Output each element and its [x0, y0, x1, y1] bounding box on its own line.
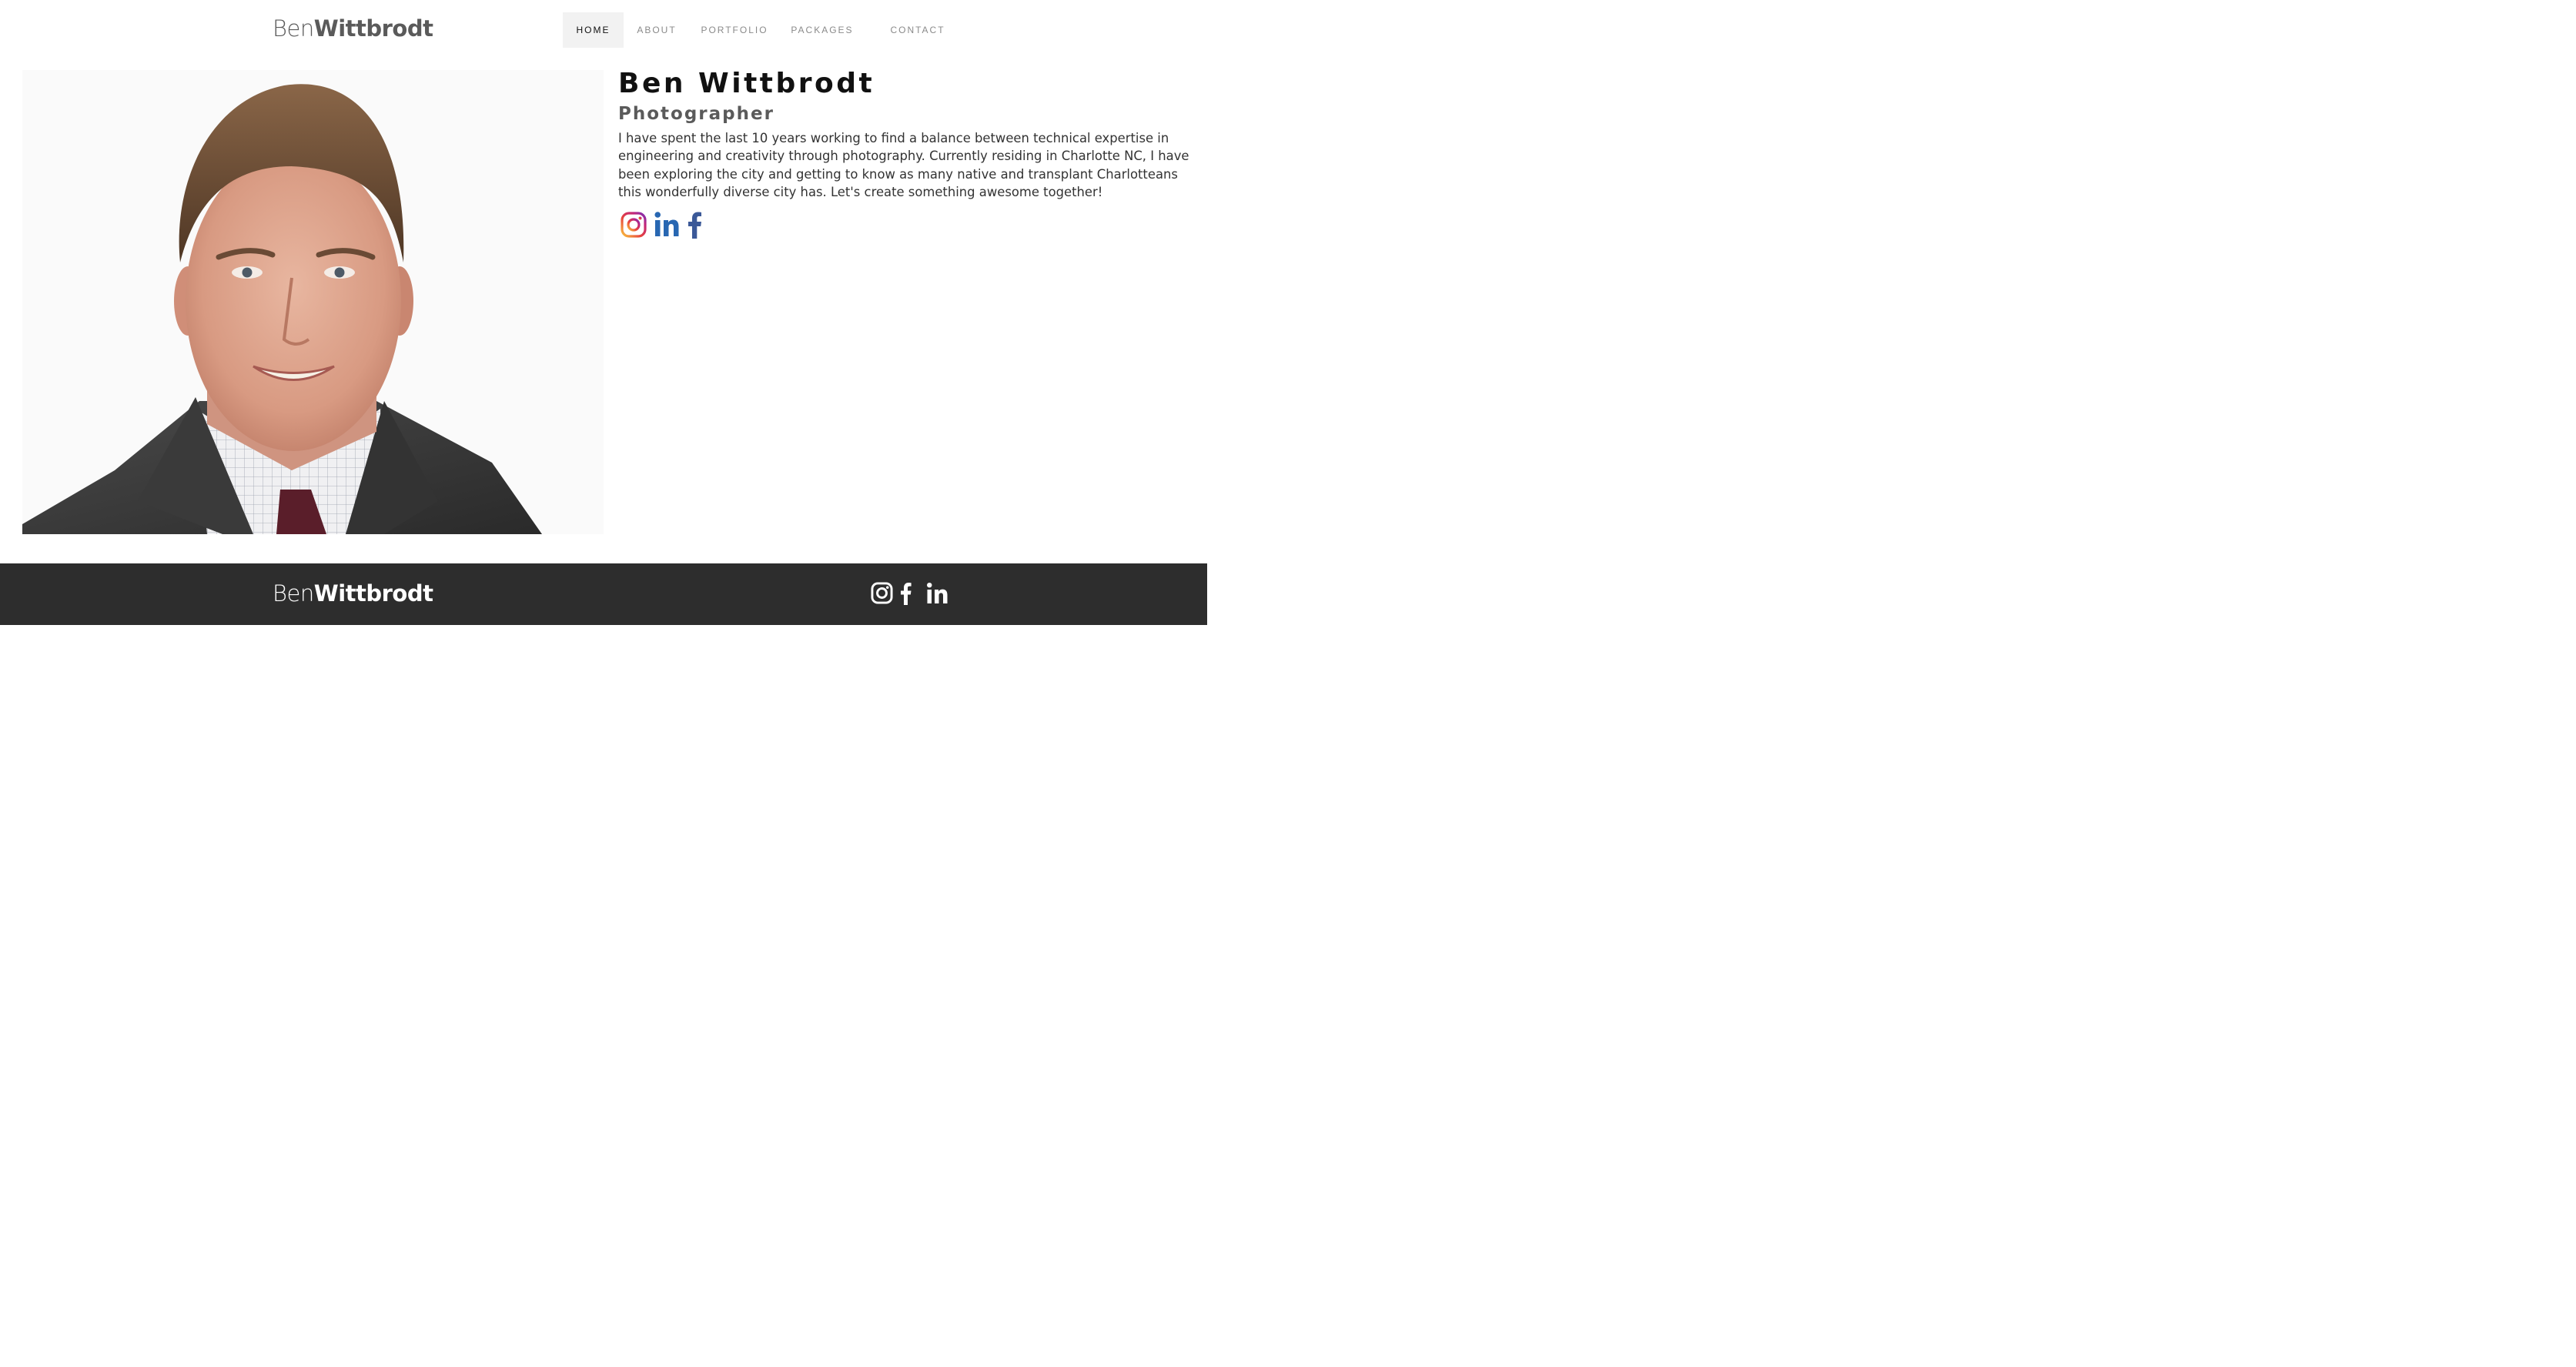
profile-social-links [618, 211, 1196, 242]
portrait-photo [22, 70, 604, 534]
instagram-icon[interactable] [620, 211, 647, 239]
profile-bio: I have spent the last 10 years working t… [618, 131, 1189, 200]
site-footer: BenWittbrodt [0, 563, 1207, 625]
portrait-illustration [22, 84, 542, 534]
instagram-icon[interactable] [871, 582, 893, 604]
linkedin-icon[interactable] [926, 582, 949, 605]
facebook-icon[interactable] [686, 211, 706, 239]
nav-contact[interactable]: CONTACT [887, 12, 948, 48]
nav-home[interactable]: HOME [563, 12, 624, 48]
footer-logo-first-name: Ben [273, 580, 314, 607]
profile-name: Ben Wittbrodt [618, 68, 875, 99]
nav-portfolio[interactable]: PORTFOLIO [698, 12, 771, 48]
main-nav: HOME ABOUT PORTFOLIO PACKAGES CONTACT [0, 12, 1207, 48]
profile-role: Photographer [618, 104, 774, 124]
nav-packages[interactable]: PACKAGES [788, 12, 856, 48]
footer-logo-last-name: Wittbrodt [313, 580, 433, 607]
nav-about[interactable]: ABOUT [633, 12, 681, 48]
profile-section: Ben Wittbrodt Photographer I have spent … [618, 66, 1196, 242]
facebook-icon[interactable] [899, 582, 915, 605]
site-header: BenWittbrodt HOME ABOUT PORTFOLIO PACKAG… [0, 0, 1207, 60]
footer-logo[interactable]: BenWittbrodt [273, 580, 433, 607]
linkedin-icon[interactable] [653, 211, 681, 239]
